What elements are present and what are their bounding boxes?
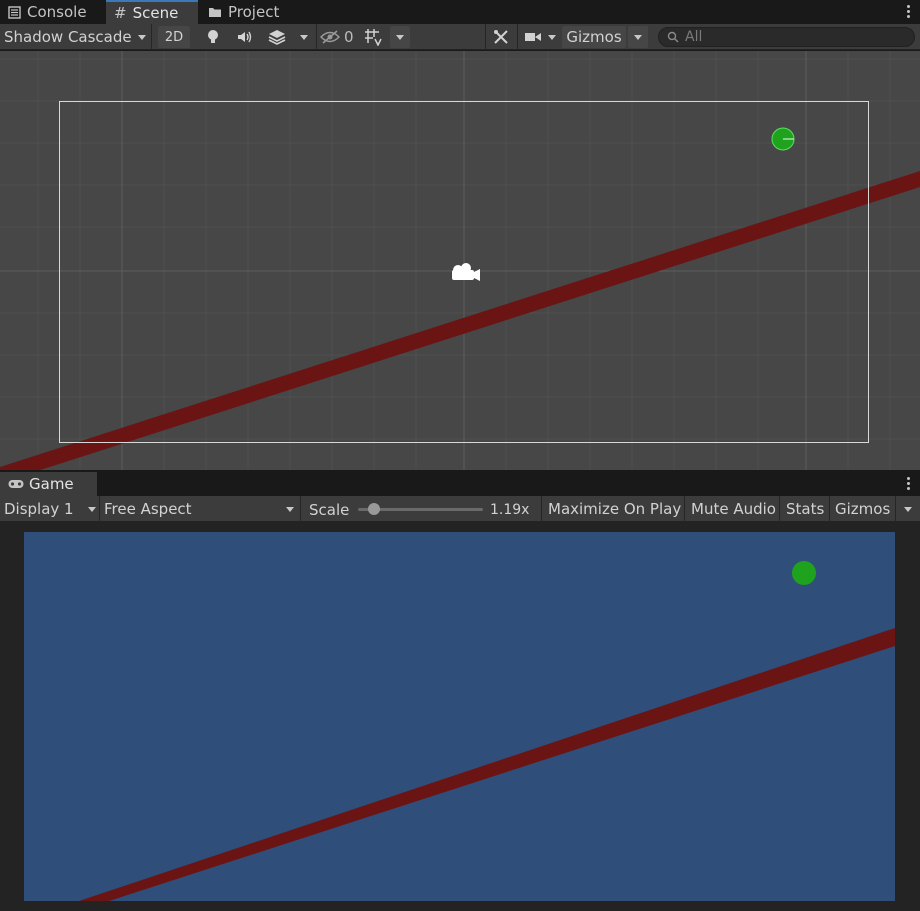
- chevron-down-icon: [300, 34, 308, 40]
- scene-search[interactable]: [658, 27, 915, 47]
- scene-grid-minor: [0, 51, 920, 470]
- toggle-2d-label: 2D: [164, 29, 184, 45]
- scene-grid-major: [0, 51, 920, 470]
- game-gizmos-label: Gizmos: [835, 500, 891, 518]
- grid-icon: #: [114, 4, 127, 22]
- maximize-on-play-label: Maximize On Play: [548, 500, 682, 518]
- game-view-area: [0, 522, 920, 911]
- chevron-down-icon: [87, 506, 96, 512]
- scale-label: Scale: [309, 501, 350, 519]
- game-red-line: [79, 628, 895, 901]
- scale-slider-handle[interactable]: [368, 503, 380, 515]
- mute-audio-button[interactable]: Mute Audio: [691, 498, 776, 520]
- hidden-count: 0: [344, 28, 354, 46]
- chevron-down-icon: [396, 34, 404, 40]
- tab-console[interactable]: Console: [0, 0, 95, 24]
- camera-gizmo-icon[interactable]: [452, 263, 480, 281]
- scene-green-ball[interactable]: [771, 127, 795, 151]
- tools-icon: [494, 30, 508, 44]
- gizmos-button[interactable]: Gizmos: [562, 26, 626, 48]
- stats-label: Stats: [786, 500, 825, 518]
- tab-project[interactable]: Project: [200, 0, 287, 24]
- game-green-ball: [792, 561, 816, 585]
- effects-dropdown[interactable]: [294, 26, 314, 48]
- chevron-down-icon: [137, 34, 146, 40]
- game-tab-bar: Game: [0, 472, 920, 496]
- tab-console-label: Console: [27, 3, 87, 21]
- chevron-down-icon: [286, 506, 294, 512]
- search-icon: [667, 31, 679, 43]
- grid-snap-icon: [365, 29, 382, 46]
- draw-mode-label: Shadow Cascade: [4, 28, 132, 46]
- scale-value: 1.19x: [490, 502, 530, 518]
- game-viewport[interactable]: [24, 532, 895, 901]
- mute-audio-label: Mute Audio: [691, 500, 776, 518]
- camera-dropdown[interactable]: [520, 26, 560, 48]
- tools-toggle[interactable]: [488, 26, 514, 48]
- audio-toggle[interactable]: [232, 26, 258, 48]
- maximize-on-play-button[interactable]: Maximize On Play: [548, 498, 681, 520]
- editor-tab-bar: Console # Scene Project: [0, 0, 920, 24]
- kebab-menu-icon[interactable]: [906, 5, 910, 18]
- gizmos-dropdown[interactable]: [628, 26, 648, 48]
- game-toolbar: Display 1 Free Aspect Scale 1.19x Maximi…: [0, 496, 920, 522]
- gizmos-label: Gizmos: [566, 28, 622, 46]
- lightbulb-icon: [208, 30, 218, 43]
- chevron-down-icon: [634, 34, 642, 40]
- scene-viewport[interactable]: [0, 51, 920, 470]
- console-icon: [8, 5, 21, 19]
- tab-game-label: Game: [29, 475, 74, 493]
- gamepad-icon: [8, 480, 24, 488]
- folder-icon: [209, 8, 221, 17]
- aspect-dropdown[interactable]: Free Aspect: [104, 498, 298, 520]
- scene-toolbar: Shadow Cascade 2D 0 Gizmos All: [0, 24, 920, 50]
- effects-icon: [268, 30, 286, 45]
- tab-scene-label: Scene: [132, 4, 179, 22]
- hidden-objects-toggle[interactable]: 0: [320, 26, 354, 48]
- scene-red-line[interactable]: [0, 171, 920, 470]
- grid-dropdown[interactable]: [390, 26, 410, 48]
- grid-snap-toggle[interactable]: [360, 26, 386, 48]
- camera-icon: [525, 33, 541, 41]
- display-label: Display 1: [4, 500, 74, 518]
- game-canvas: [79, 561, 895, 901]
- audio-icon: [238, 31, 252, 43]
- scene-canvas: [0, 51, 920, 470]
- stats-button[interactable]: Stats: [786, 498, 824, 520]
- toggle-2d-button[interactable]: 2D: [158, 26, 190, 48]
- aspect-label: Free Aspect: [104, 500, 192, 518]
- lighting-toggle[interactable]: [200, 26, 226, 48]
- game-gizmos-button[interactable]: Gizmos: [835, 498, 890, 520]
- display-dropdown[interactable]: Display 1: [4, 498, 96, 520]
- tab-project-label: Project: [228, 3, 280, 21]
- draw-mode-dropdown[interactable]: Shadow Cascade: [4, 26, 146, 48]
- kebab-menu-icon[interactable]: [906, 477, 910, 490]
- visibility-icon: [320, 30, 340, 44]
- tab-game[interactable]: Game: [0, 472, 97, 496]
- game-gizmos-dropdown[interactable]: [899, 498, 917, 520]
- chevron-down-icon: [548, 34, 556, 40]
- scene-search-input[interactable]: [685, 29, 885, 45]
- chevron-down-icon: [904, 506, 912, 512]
- effects-toggle[interactable]: [264, 26, 290, 48]
- tab-scene[interactable]: # Scene: [106, 0, 198, 24]
